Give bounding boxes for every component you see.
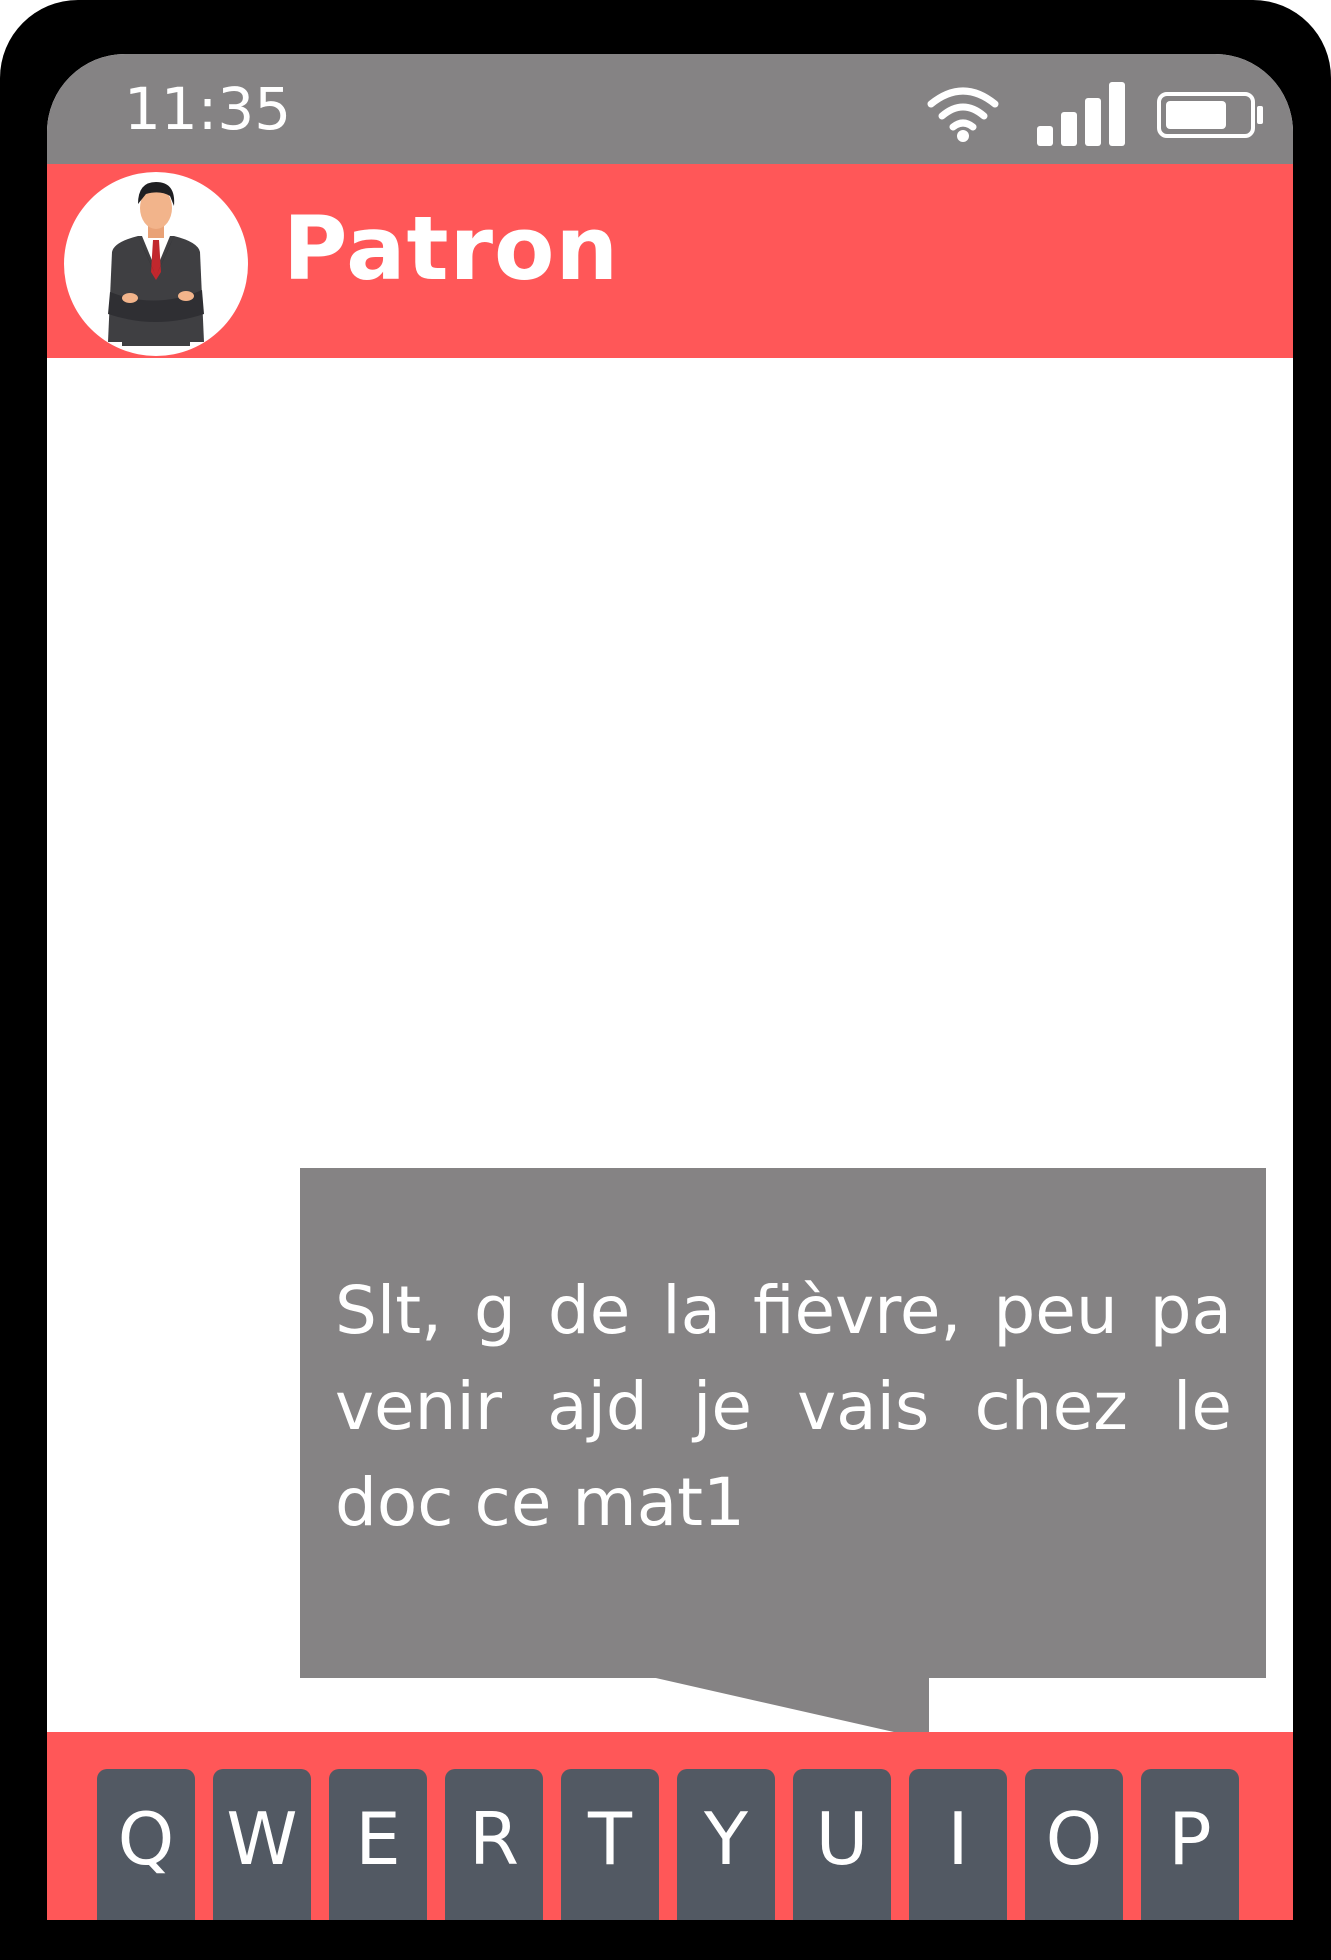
contact-name: Patron bbox=[283, 197, 620, 300]
key-y[interactable]: Y bbox=[677, 1769, 775, 1920]
battery-icon bbox=[1157, 92, 1263, 138]
key-p[interactable]: P bbox=[1141, 1769, 1239, 1920]
contact-avatar[interactable] bbox=[64, 172, 248, 356]
status-time: 11:35 bbox=[124, 75, 292, 143]
key-r[interactable]: R bbox=[445, 1769, 543, 1920]
businessman-avatar-icon bbox=[108, 182, 204, 346]
key-u[interactable]: U bbox=[793, 1769, 891, 1920]
wifi-icon bbox=[927, 87, 999, 142]
message-text: Slt, g de la fièvre, peu pa venir ajd je… bbox=[335, 1272, 1232, 1541]
key-e[interactable]: E bbox=[329, 1769, 427, 1920]
sent-message-bubble[interactable]: Slt, g de la fièvre, peu pa venir ajd je… bbox=[300, 1168, 1266, 1678]
key-q[interactable]: Q bbox=[97, 1769, 195, 1920]
key-t[interactable]: T bbox=[561, 1769, 659, 1920]
status-bar: 11:35 bbox=[47, 54, 1293, 164]
key-o[interactable]: O bbox=[1025, 1769, 1123, 1920]
keyboard: Q W E R T Y U I O P bbox=[47, 1732, 1293, 1920]
chat-header: Patron bbox=[47, 164, 1293, 358]
key-i[interactable]: I bbox=[909, 1769, 1007, 1920]
key-w[interactable]: W bbox=[213, 1769, 311, 1920]
signal-icon bbox=[1037, 82, 1125, 146]
phone-screen: 11:35 Patron Slt, g de la fièvre, peu pa… bbox=[47, 54, 1293, 1920]
conversation-area[interactable]: Slt, g de la fièvre, peu pa venir ajd je… bbox=[47, 358, 1293, 1786]
